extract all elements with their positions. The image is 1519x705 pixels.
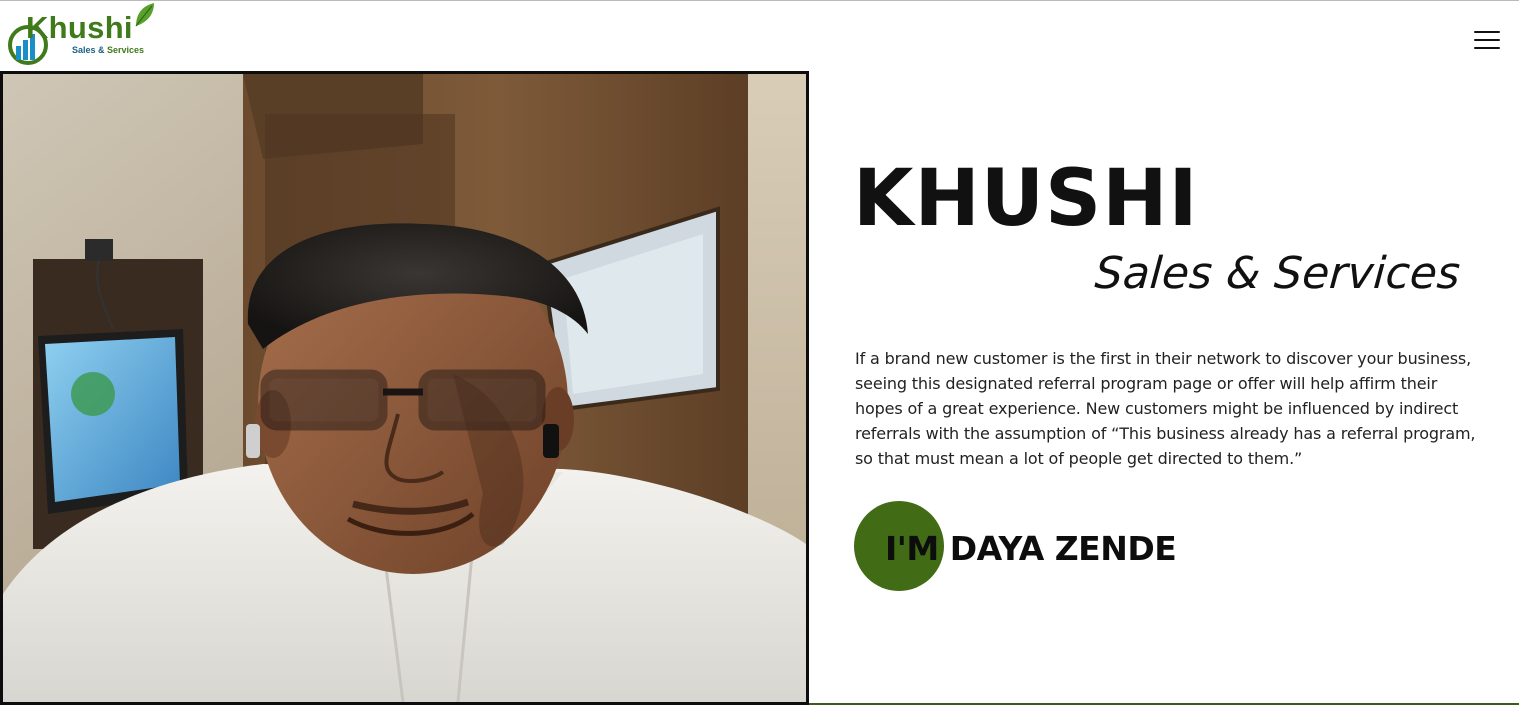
intro-name: I'M DAYA ZENDE [885,529,1177,568]
paragraph-line: referrals with the assumption of “This b… [855,424,1476,443]
profile-photo-illustration [3,74,806,702]
brand-logo[interactable]: Khushi Sales & Services [6,2,156,66]
paragraph-line: hopes of a great experience. New custome… [855,399,1459,418]
logo-tagline-prefix: Sales & [72,45,108,55]
menu-bar [1474,47,1500,50]
hero-subtitle: Sales & Services [1093,248,1462,299]
leaf-icon [135,3,154,27]
profile-photo [0,71,809,705]
logo-wordmark: Khushi [26,10,133,45]
menu-bar [1474,39,1500,42]
intro-name-block: I'M DAYA ZENDE [854,501,1254,591]
top-border [0,0,1519,1]
logo-tagline: Sales & Services [72,46,144,55]
paragraph-line: If a brand new customer is the first in … [855,349,1472,368]
hamburger-menu-icon[interactable] [1474,28,1502,52]
paragraph-line: seeing this designated referral program … [855,374,1438,393]
hero-title: KHUSHI [853,154,1199,244]
menu-bar [1474,31,1500,34]
logo-tagline-suffix: Services [107,45,145,55]
paragraph-line: so that must mean a lot of people get di… [855,449,1303,468]
hero-paragraph: If a brand new customer is the first in … [855,346,1495,471]
